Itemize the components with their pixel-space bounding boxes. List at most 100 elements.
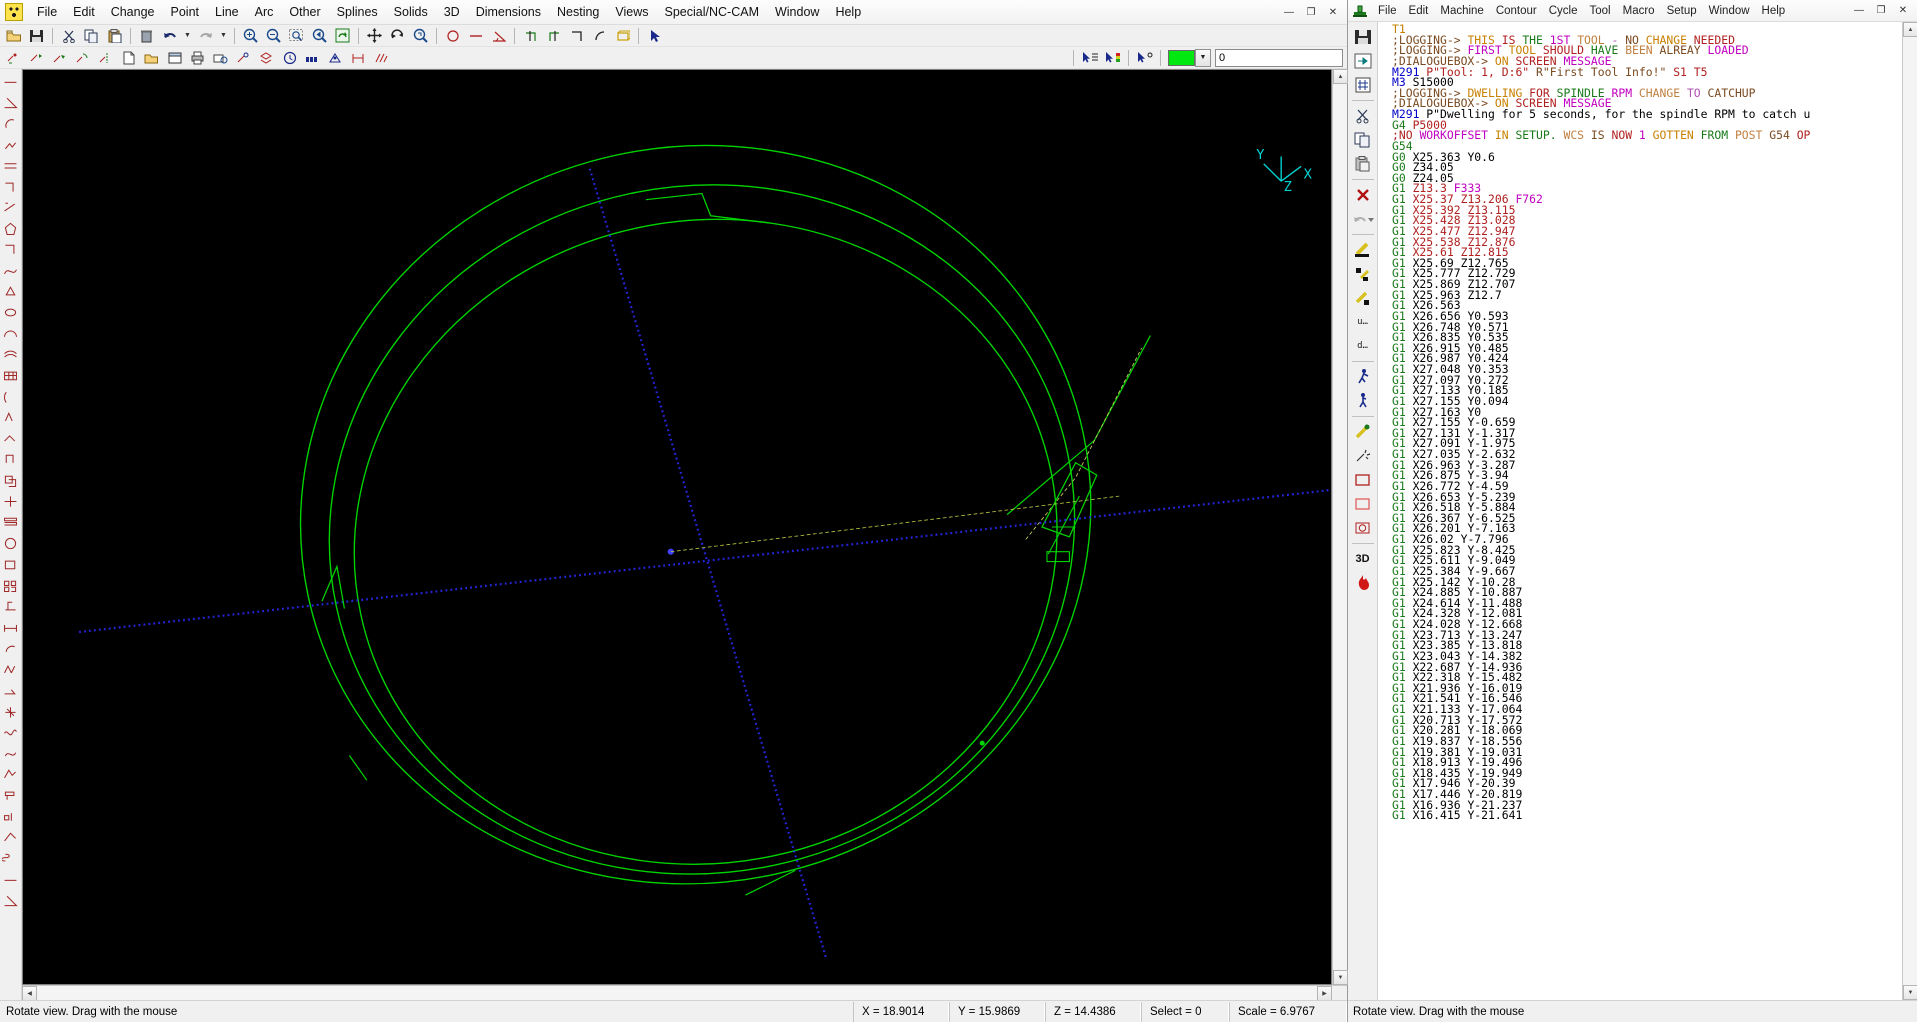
viewport-horizontal-scrollbar[interactable]: ◀ ▶: [22, 985, 1347, 1001]
layers-icon[interactable]: [256, 48, 277, 68]
point-select-icon[interactable]: [1134, 48, 1155, 68]
scroll-track[interactable]: [1333, 84, 1347, 970]
gcode-text[interactable]: T1 ;LOGGING-> THIS IS THE 1ST TOOL - NO C…: [1378, 22, 1902, 1000]
line-icon[interactable]: [1, 71, 21, 91]
point-new-icon[interactable]: [3, 48, 24, 68]
pocket-icon[interactable]: [1, 827, 21, 847]
trim-end-icon[interactable]: [543, 26, 564, 46]
sweep-icon[interactable]: [1, 428, 21, 448]
sphere-icon[interactable]: [1, 554, 21, 574]
copy-icon[interactable]: [81, 26, 102, 46]
drill-icon[interactable]: [1, 848, 21, 868]
gcode-line[interactable]: M291 P"Dwelling for 5 seconds, for the s…: [1392, 108, 1902, 119]
trim-start-icon[interactable]: [520, 26, 541, 46]
gcode-line[interactable]: G1 X16.415 Y-21.641: [1392, 810, 1902, 821]
grid-surface-icon[interactable]: [1, 365, 21, 385]
point-mirror-icon[interactable]: [95, 48, 116, 68]
hatch-icon[interactable]: [371, 48, 392, 68]
array-icon[interactable]: [1, 596, 21, 616]
scroll-track-h[interactable]: [37, 986, 1317, 1000]
tool-black-icon[interactable]: [1350, 262, 1376, 285]
menu-views[interactable]: Views: [607, 2, 656, 22]
helix-icon[interactable]: [1, 890, 21, 910]
post-icon[interactable]: [1350, 73, 1376, 96]
polyline-icon[interactable]: [1, 134, 21, 154]
rotate-icon[interactable]: [387, 26, 408, 46]
gcode-line[interactable]: G0 X25.363 Y0.6: [1392, 151, 1902, 162]
tool-mixed-icon[interactable]: [1350, 286, 1376, 309]
restore-icon[interactable]: ❐: [1300, 4, 1322, 20]
gcode-line[interactable]: G1 X25.963 Z12.7: [1392, 289, 1902, 300]
angle-icon[interactable]: [488, 26, 509, 46]
redo-icon[interactable]: [195, 26, 216, 46]
nc-menu-help[interactable]: Help: [1756, 2, 1792, 20]
menu-change[interactable]: Change: [103, 2, 163, 22]
close-icon[interactable]: ✕: [1322, 4, 1344, 20]
scroll-left-icon[interactable]: ◀: [22, 986, 37, 1001]
scroll-down-icon[interactable]: ▼: [1903, 985, 1917, 1000]
minimize-icon[interactable]: —: [1278, 4, 1300, 20]
hatch2-icon[interactable]: [1, 680, 21, 700]
nc-menu-cycle[interactable]: Cycle: [1543, 2, 1584, 20]
file-open2-icon[interactable]: [141, 48, 162, 68]
gcode-line[interactable]: M291 P"Tool: 1, D:6" R"First Tool Info!"…: [1392, 66, 1902, 77]
nc-menu-macro[interactable]: Macro: [1617, 2, 1661, 20]
viewport-vertical-scrollbar[interactable]: ▲ ▼: [1332, 69, 1348, 985]
nc-path-icon[interactable]: [1, 806, 21, 826]
sim-icon[interactable]: [1350, 420, 1376, 443]
undo-icon[interactable]: [159, 26, 180, 46]
line-icon[interactable]: [465, 26, 486, 46]
flame-icon[interactable]: [1350, 571, 1376, 594]
point-rotate-icon[interactable]: [72, 48, 93, 68]
menu-splines[interactable]: Splines: [329, 2, 386, 22]
dim-linear-icon[interactable]: [1, 638, 21, 658]
step-icon[interactable]: [1350, 389, 1376, 412]
menu-help[interactable]: Help: [827, 2, 869, 22]
close-icon[interactable]: ✕: [1892, 3, 1914, 19]
table-icon[interactable]: [1, 533, 21, 553]
nc-menu-window[interactable]: Window: [1703, 2, 1756, 20]
surface-icon[interactable]: [1, 344, 21, 364]
parallel-icon[interactable]: [1, 155, 21, 175]
measure-icon[interactable]: [1, 701, 21, 721]
loft-icon[interactable]: [1, 449, 21, 469]
stock-red-icon[interactable]: [1350, 492, 1376, 515]
save-icon[interactable]: [26, 26, 47, 46]
leader-icon[interactable]: [1, 722, 21, 742]
paste-icon[interactable]: [104, 26, 125, 46]
menu-nesting[interactable]: Nesting: [549, 2, 607, 22]
rectangle-icon[interactable]: [612, 26, 633, 46]
nc-menu-file[interactable]: File: [1372, 2, 1403, 20]
nc-menu-contour[interactable]: Contour: [1490, 2, 1543, 20]
symbol-icon[interactable]: [1, 743, 21, 763]
undo-dropdown-icon[interactable]: ▼: [182, 26, 193, 46]
zoom-window-icon[interactable]: [286, 26, 307, 46]
menu-file[interactable]: File: [29, 2, 65, 22]
arc-icon[interactable]: [1, 113, 21, 133]
nc-menu-tool[interactable]: Tool: [1584, 2, 1617, 20]
menu-dimensions[interactable]: Dimensions: [468, 2, 549, 22]
menu-other[interactable]: Other: [281, 2, 328, 22]
save-icon[interactable]: [1350, 25, 1376, 48]
color-dropdown-icon[interactable]: ▼: [1195, 48, 1211, 67]
polygon-icon[interactable]: [1, 218, 21, 238]
layer-input[interactable]: 0: [1215, 48, 1343, 67]
zoom-all-icon[interactable]: [332, 26, 353, 46]
extrude-icon[interactable]: [1, 470, 21, 490]
point-move-icon[interactable]: [26, 48, 47, 68]
tool-yellow-icon[interactable]: [1350, 238, 1376, 261]
d-list-icon[interactable]: d…: [1350, 334, 1376, 357]
menu-point[interactable]: Point: [163, 2, 208, 22]
gcode-line[interactable]: ;NO WORKOFFSET IN SETUP. WCS IS NOW 1 GO…: [1392, 130, 1902, 141]
window-icon[interactable]: [164, 48, 185, 68]
scroll-up-icon[interactable]: ▲: [1903, 22, 1917, 37]
select-arrow-icon[interactable]: [644, 26, 665, 46]
xyz-axis-icon[interactable]: [1, 197, 21, 217]
menu-line[interactable]: Line: [207, 2, 247, 22]
delete-red-icon[interactable]: [1350, 183, 1376, 206]
run-icon[interactable]: [1350, 365, 1376, 388]
mesh-icon[interactable]: [1, 386, 21, 406]
boolean-icon[interactable]: [1, 491, 21, 511]
paste-icon[interactable]: [1350, 152, 1376, 175]
file-new-icon[interactable]: [118, 48, 139, 68]
